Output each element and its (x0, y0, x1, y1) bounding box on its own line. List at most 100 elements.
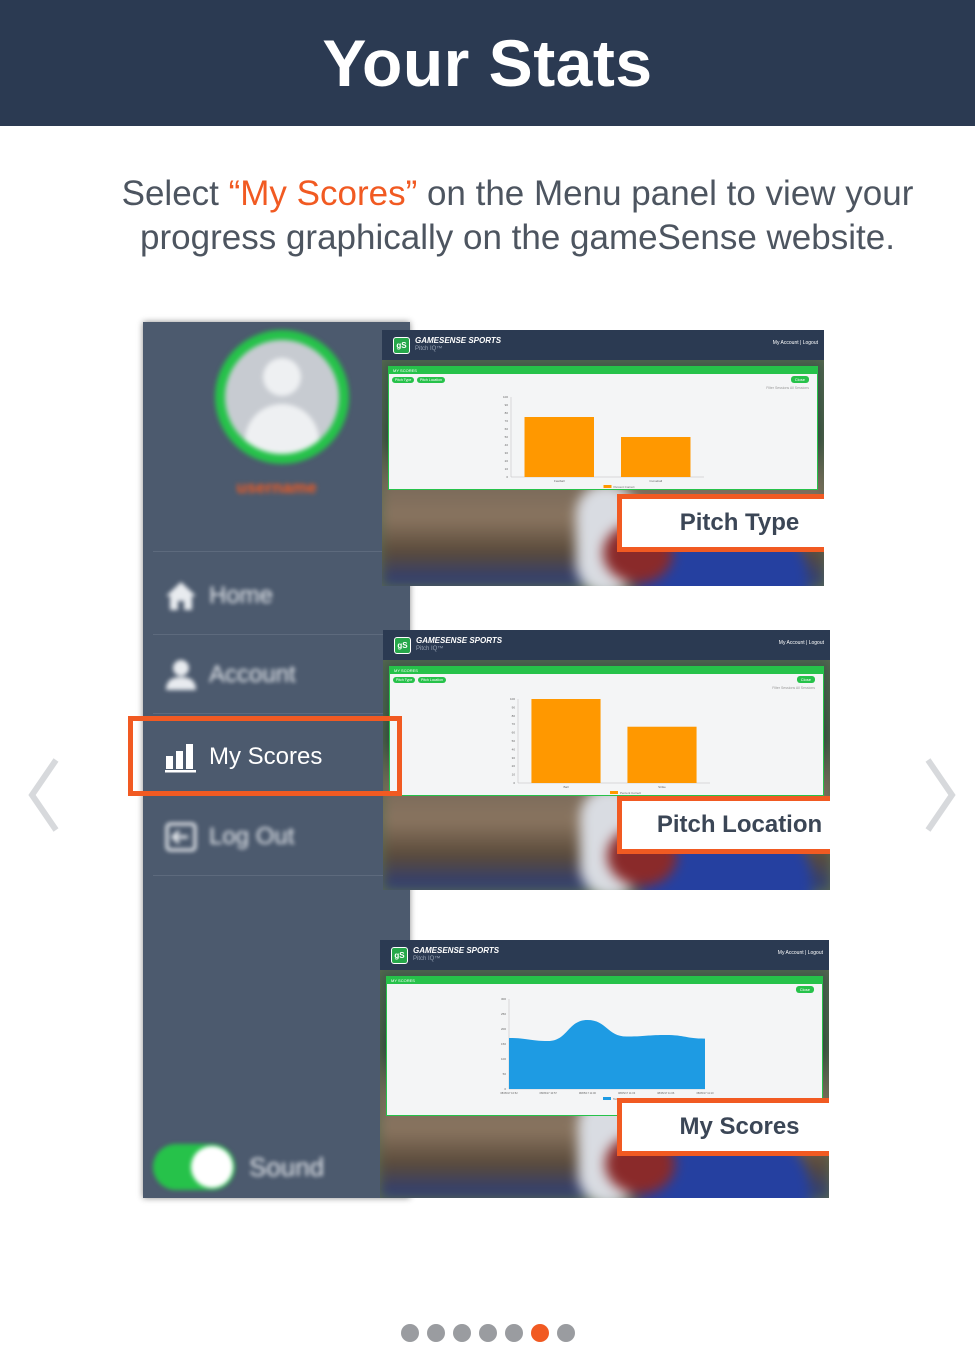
pagination-dot[interactable] (556, 1324, 575, 1342)
username: username (236, 478, 317, 497)
y-tick-label: 50 (505, 435, 509, 439)
pagination-dot[interactable] (504, 1324, 523, 1342)
pagination-dot[interactable] (530, 1324, 549, 1342)
legend-swatch (603, 485, 612, 488)
y-tick-label: 50 (512, 739, 516, 743)
chevron-left-icon (28, 758, 59, 832)
callout-menu-my-scores (128, 716, 402, 796)
slide: Your Stats Select “My Scores” on the Men… (0, 0, 975, 1372)
avatar-head-icon (263, 358, 301, 396)
y-tick-label: 0 (513, 781, 515, 785)
menu-item-log-out[interactable]: Log Out (143, 810, 410, 864)
legend-label: Percent Correct (620, 791, 641, 795)
screenshot-pitch-location: gS GAMESENSE SPORTS Pitch IQ™ My Account … (383, 630, 830, 890)
header-bar: Your Stats (0, 0, 975, 126)
toggle-knob (191, 1146, 233, 1188)
app-topbar: gS GAMESENSE SPORTS Pitch IQ™ My Account … (380, 940, 829, 970)
app-topbar: gS GAMESENSE SPORTS Pitch IQ™ My Account … (382, 330, 824, 360)
y-tick-label: 20 (512, 764, 516, 768)
pitch-location-chart: 0 10 20 30 40 50 60 70 80 90 100 Ball Strike Percent … (510, 697, 710, 795)
pagination-dot[interactable] (426, 1324, 445, 1342)
callout-label: Pitch Type (679, 509, 800, 536)
y-tick-label: 50 (503, 1072, 507, 1076)
pagination-dot[interactable] (400, 1324, 419, 1342)
callout-label: My Scores (679, 1113, 800, 1140)
logout-icon (161, 817, 201, 857)
menu-item-label: Home (209, 582, 274, 609)
x-tick-label: 08/05/17 10:52 (500, 1091, 518, 1095)
next-slide-button[interactable] (920, 750, 960, 840)
app-topbar: gS GAMESENSE SPORTS Pitch IQ™ My Account … (383, 630, 830, 660)
gamesense-logo-icon: gS (394, 636, 411, 654)
my-scores-chart: 0 50 100 150 200 250 300 08/05/17 10:52 08/05/17… (500, 997, 714, 1101)
pagination-dots (0, 1324, 975, 1342)
screenshot-my-scores: gS GAMESENSE SPORTS Pitch IQ™ My Account … (380, 940, 829, 1198)
menu-divider (153, 551, 410, 552)
account-links[interactable]: My Account | Logout (773, 340, 818, 346)
sound-toggle[interactable] (153, 1144, 235, 1190)
y-tick-label: 20 (505, 459, 509, 463)
menu-divider (153, 875, 410, 876)
legend-swatch (610, 791, 618, 794)
user-icon (161, 655, 201, 695)
y-tick-label: 100 (503, 395, 508, 399)
y-tick-label: 100 (501, 1057, 506, 1061)
pagination-dot[interactable] (452, 1324, 471, 1342)
y-tick-label: 300 (501, 997, 506, 1001)
x-tick-label: Strike (658, 785, 666, 789)
y-tick-label: 60 (505, 427, 509, 431)
brand-name: GAMESENSE SPORTS Pitch IQ™ (416, 636, 503, 652)
page-title: Your Stats (322, 26, 653, 100)
scores-panel: MY SCORES Pitch Type Pitch Location Clos… (388, 366, 818, 490)
intro-highlight: “My Scores” (228, 174, 418, 213)
y-tick-label: 80 (505, 411, 509, 415)
area-series (509, 1020, 705, 1089)
y-tick-label: 90 (512, 705, 516, 709)
pagination-dot[interactable] (478, 1324, 497, 1342)
x-tick-label: Curveball (649, 479, 662, 483)
y-tick-label: 40 (512, 747, 516, 751)
bar (627, 726, 697, 783)
menu-item-account[interactable]: Account (143, 648, 410, 702)
scores-panel: MY SCORES Close 0 50 100 150 200 250 300 08/05/… (386, 976, 823, 1116)
menu-item-label: Account (209, 661, 296, 688)
sound-toggle-row: Sound (153, 1142, 410, 1192)
callout-my-scores: My Scores (617, 1098, 829, 1156)
account-links[interactable]: My Account | Logout (779, 640, 824, 646)
gamesense-logo-icon: gS (391, 946, 408, 964)
x-tick-label: Fastball (554, 479, 565, 483)
x-tick-label: 08/05/17 11:03 (618, 1091, 636, 1095)
brand-name: GAMESENSE SPORTS Pitch IQ™ (415, 336, 502, 352)
y-tick-label: 250 (501, 1012, 506, 1016)
screenshot-pitch-type: gS GAMESENSE SPORTS Pitch IQ™ My Account … (382, 330, 824, 586)
account-links[interactable]: My Account | Logout (778, 950, 823, 956)
avatar (215, 330, 349, 464)
y-tick-label: 100 (510, 697, 515, 701)
callout-pitch-type: Pitch Type (617, 494, 824, 552)
brand-name: GAMESENSE SPORTS Pitch IQ™ (413, 946, 500, 962)
y-tick-label: 0 (506, 475, 508, 479)
y-tick-label: 30 (505, 451, 509, 455)
x-tick-label: Ball (563, 785, 568, 789)
y-tick-label: 40 (505, 443, 509, 447)
x-tick-label: 08/05/17 11:10 (696, 1091, 714, 1095)
y-tick-label: 150 (501, 1042, 506, 1046)
x-tick-label: 08/05/17 10:57 (540, 1091, 558, 1095)
scores-panel: MY SCORES Pitch Type Pitch Location Clos… (389, 666, 824, 796)
previous-slide-button[interactable] (24, 750, 64, 840)
x-tick-label: 08/05/17 11:00 (579, 1091, 597, 1095)
menu-divider (153, 634, 410, 635)
bar (621, 437, 691, 477)
y-tick-label: 200 (501, 1027, 506, 1031)
y-tick-label: 30 (512, 756, 516, 760)
bar (531, 699, 601, 783)
pitch-type-chart: 0 10 20 30 40 50 60 70 80 90 100 Fastball Curveball P… (503, 395, 704, 489)
callout-label: Pitch Location (656, 811, 823, 838)
y-tick-label: 10 (505, 467, 509, 471)
home-icon (161, 576, 201, 616)
intro-text: Select “My Scores” on the Menu panel to … (60, 172, 975, 260)
callout-pitch-location: Pitch Location (617, 796, 830, 854)
menu-item-home[interactable]: Home (143, 569, 410, 623)
y-tick-label: 10 (512, 773, 516, 777)
sound-label: Sound (249, 1151, 325, 1182)
